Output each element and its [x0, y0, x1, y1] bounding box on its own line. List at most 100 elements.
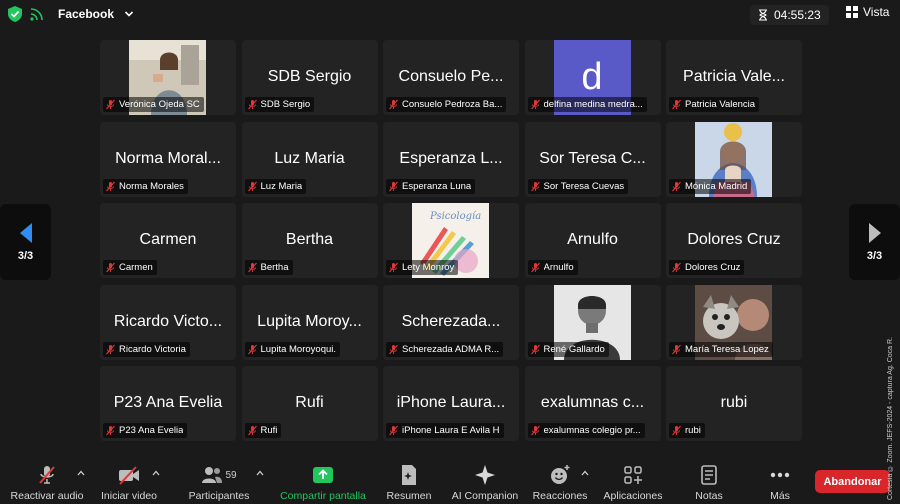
- participant-tile[interactable]: Sor Teresa C... Sor Teresa Cuevas: [524, 121, 661, 197]
- summary-button[interactable]: Resumen: [384, 460, 434, 504]
- participant-name: delfina medina medra...: [543, 99, 643, 110]
- apps-button[interactable]: Aplicaciones: [600, 460, 666, 504]
- microphone-muted-icon: [672, 425, 681, 436]
- apps-icon: [624, 466, 642, 484]
- participant-display-name: Scherezada...: [401, 312, 501, 330]
- participants-options-caret-icon[interactable]: [256, 470, 264, 476]
- participant-name-label: Verónica Ojeda SC: [103, 97, 204, 112]
- previous-page-button[interactable]: 3/3: [0, 204, 51, 280]
- audio-options-caret-icon[interactable]: [77, 470, 85, 476]
- participant-name-label: Patricia Valencia: [669, 97, 760, 112]
- microphone-muted-icon: [389, 425, 398, 436]
- participant-name-label: Luz Maria: [244, 178, 307, 194]
- ai-companion-button[interactable]: AI Companion: [448, 460, 522, 504]
- microphone-muted-icon: [530, 181, 540, 191]
- participant-tile[interactable]: Ricardo Victo... Ricardo Victoria: [100, 284, 236, 360]
- chevron-down-icon[interactable]: [124, 9, 134, 19]
- participant-tile[interactable]: Lupita Moroy... Lupita Moroyoqui.: [241, 284, 378, 360]
- participant-tile[interactable]: P23 Ana Evelia P23 Ana Evelia: [100, 366, 236, 441]
- participant-tile[interactable]: Consuelo Pe... Consuelo Pedroza Ba...: [383, 40, 519, 115]
- start-video-button[interactable]: Iniciar video: [98, 460, 160, 504]
- participant-tile[interactable]: SDB Sergio SDB Sergio: [241, 40, 378, 115]
- microphone-muted-icon: [672, 181, 681, 191]
- participant-name: Scherezada ADMA R...: [402, 343, 500, 355]
- view-button[interactable]: Vista: [846, 5, 889, 19]
- microphone-muted-icon: [247, 344, 257, 354]
- participant-name-label: Sor Teresa Cuevas: [527, 178, 629, 194]
- participant-name-label: Norma Morales: [103, 178, 188, 194]
- leave-meeting-button[interactable]: Abandonar: [815, 470, 890, 493]
- participant-tile[interactable]: Carmen Carmen: [100, 203, 236, 278]
- connection-signal-icon[interactable]: [30, 7, 44, 21]
- participant-name: Lupita Moroyoqui.: [260, 343, 337, 355]
- timer-value: 04:55:23: [774, 8, 821, 22]
- unmute-audio-label: Reactivar audio: [10, 490, 84, 502]
- participant-name: Rufi: [260, 425, 278, 436]
- microphone-muted-icon: [530, 262, 540, 273]
- participant-tile[interactable]: iPhone Laura... iPhone Laura E Avila H: [383, 366, 519, 441]
- unmute-audio-button[interactable]: Reactivar audio: [8, 460, 86, 504]
- participant-name: Ricardo Victoria: [119, 343, 186, 355]
- reactions-button[interactable]: Reacciones: [530, 460, 590, 504]
- participants-button[interactable]: 59 Participantes: [186, 460, 252, 504]
- participant-tile[interactable]: René Gallardo: [524, 284, 661, 360]
- participant-tile[interactable]: Rufi Rufi: [241, 366, 378, 441]
- more-dots-icon: [770, 472, 790, 478]
- top-bar: Facebook 04:55:23 Vista: [0, 0, 900, 30]
- more-button[interactable]: Más: [764, 460, 796, 504]
- microphone-muted-icon: [106, 344, 115, 354]
- participant-tile[interactable]: Patricia Vale... Patricia Valencia: [666, 40, 802, 115]
- next-page-button[interactable]: 3/3: [849, 204, 900, 280]
- microphone-muted-icon: [530, 344, 540, 354]
- participant-tile[interactable]: Bertha Bertha: [241, 203, 378, 278]
- notes-button[interactable]: Notas: [690, 460, 728, 504]
- participant-tile[interactable]: Arnulfo Arnulfo: [524, 203, 661, 278]
- participant-tile[interactable]: Norma Moral... Norma Morales: [100, 121, 236, 197]
- participant-tile[interactable]: Mónica Madrid: [666, 121, 802, 197]
- meeting-source-label[interactable]: Facebook: [58, 7, 114, 21]
- participant-name: Lety Monroy: [402, 262, 455, 273]
- participant-tile[interactable]: Esperanza L... Esperanza Luna: [383, 121, 519, 197]
- participant-tile[interactable]: Psicología Lety Monroy: [383, 203, 519, 278]
- participant-name-label: delfina medina medra...: [527, 97, 647, 112]
- ai-sparkle-icon: [475, 465, 495, 485]
- participant-tile[interactable]: María Teresa Lopez: [666, 284, 802, 360]
- participant-tile[interactable]: exalumnas c... exalumnas colegio pr...: [524, 366, 661, 441]
- participant-name-label: René Gallardo: [527, 341, 609, 357]
- participant-name: rubi: [685, 425, 701, 436]
- microphone-muted-icon: [389, 262, 398, 273]
- participant-tile[interactable]: d delfina medina medra...: [524, 40, 661, 115]
- microphone-muted-icon: [389, 99, 398, 110]
- participant-display-name: Lupita Moroy...: [257, 312, 362, 330]
- participant-name: P23 Ana Evelia: [119, 425, 184, 436]
- participant-tile[interactable]: Verónica Ojeda SC: [100, 40, 236, 115]
- page-indicator-left: 3/3: [17, 250, 34, 262]
- apps-label: Aplicaciones: [603, 490, 663, 502]
- participant-name-label: Lupita Moroyoqui.: [244, 341, 341, 357]
- participant-tile[interactable]: Dolores Cruz Dolores Cruz: [666, 203, 802, 278]
- participant-name: SDB Sergio: [260, 99, 311, 110]
- shield-check-icon[interactable]: [8, 6, 22, 22]
- participant-name: iPhone Laura E Avila H: [402, 425, 500, 436]
- participant-name: Patricia Valencia: [685, 99, 756, 110]
- participants-count: 59: [225, 469, 237, 481]
- notes-icon: [701, 465, 717, 485]
- more-label: Más: [770, 490, 790, 502]
- microphone-muted-icon: [106, 262, 115, 273]
- meeting-timer[interactable]: 04:55:23: [750, 5, 829, 25]
- participant-name-label: Scherezada ADMA R...: [386, 341, 504, 357]
- participant-tile[interactable]: rubi rubi: [666, 366, 802, 441]
- participant-name: Bertha: [260, 262, 289, 273]
- reactions-options-caret-icon[interactable]: [581, 470, 589, 476]
- microphone-muted-icon: [106, 181, 115, 191]
- participant-name: exalumnas colegio pr...: [543, 425, 641, 436]
- video-options-caret-icon[interactable]: [152, 470, 160, 476]
- participant-display-name: rubi: [720, 394, 748, 411]
- participant-tile[interactable]: Luz Maria Luz Maria: [241, 121, 378, 197]
- participant-gallery: Verónica Ojeda SC SDB Sergio SDB Sergio Con…: [100, 40, 803, 445]
- emoji-reaction-icon: [551, 465, 570, 484]
- participant-tile[interactable]: Scherezada... Scherezada ADMA R...: [383, 284, 519, 360]
- share-screen-button[interactable]: Compartir pantalla: [276, 460, 370, 504]
- hourglass-icon: [759, 9, 767, 21]
- participant-display-name: Dolores Cruz: [687, 231, 781, 248]
